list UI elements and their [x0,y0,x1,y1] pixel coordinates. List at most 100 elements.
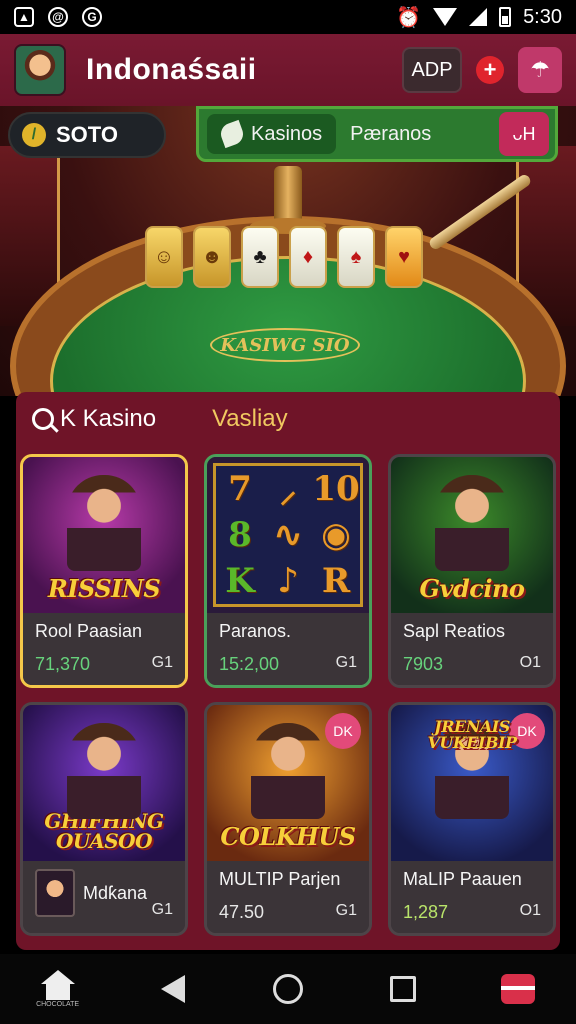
game-art: GHIFHING OUASOO [23,705,185,861]
tab-kasinos[interactable]: Kasinos [207,114,337,154]
dk-badge[interactable]: DK [325,713,361,749]
game-art: DK COLKHUS [207,705,369,861]
player-thumbnail [35,869,75,917]
game-value: 71,370 [35,654,91,674]
slot-symbol: R [321,561,351,601]
game-value: 1,287 [403,902,449,922]
game-card[interactable]: GHIFHING OUASOO Mdƙana G1 [20,702,188,936]
app-title: Indonaśsaii [86,53,257,86]
status-time: 5:30 [523,5,562,28]
game-meta: O1 [519,902,541,919]
extra-tab-button[interactable]: ᴗH [499,112,549,156]
add-button[interactable]: + [476,56,504,84]
slot-symbol: ♪ [277,561,299,601]
tab-label: K Kasino [60,405,157,432]
game-logo: COLKHUS [220,822,356,851]
tab-label: Kasinos [251,122,323,145]
slot-symbol: 8 [228,515,252,555]
game-value: 47.50 [219,902,265,922]
nav-recents[interactable] [373,959,433,1019]
game-meta: O1 [519,654,541,671]
app-header: Indonaśsaii ADP + ☂ [0,34,576,106]
section-tabs: K Kasino Vasliay [16,392,560,446]
gift-icon [501,974,536,1004]
game-title: Paranos. [219,621,292,641]
game-logo: JRENAIS VUKEIBIP [427,717,518,752]
tab-label: Vasliay [212,405,288,432]
nav-home[interactable]: CHOCOLATE [28,959,88,1019]
game-logo: Gvdcino [419,574,525,603]
wifi-icon [433,8,458,26]
game-meta: G1 [335,654,357,671]
navigation-bar: CHOCOLATE [0,954,576,1024]
game-title: MULTIP Parjen [219,869,341,889]
game-logo: RISSINS [47,574,161,603]
tab-vasliay[interactable]: Vasliay [212,405,288,433]
search-icon [32,408,54,430]
character-art [435,475,509,571]
tab-label: Pæranos [350,122,432,145]
tab-paeranos[interactable]: Pæranos [336,114,445,154]
game-grid: RISSINS Rool Paasian 71,370 G1 7 ⸝ 10 8 … [20,454,556,936]
image-icon: ▲ [14,7,34,27]
game-title: Mdƙana [83,882,148,903]
table-logo: KASIWG SIO [210,328,360,362]
game-card[interactable]: DK JRENAIS VUKEIBIP MaLIP Paauen 1,287 O… [388,702,556,936]
chip-stack: ♦ [289,226,327,288]
game-meta: G1 [151,654,173,671]
circle-icon [272,974,303,1004]
game-card[interactable]: DK COLKHUS MULTIP Parjen 47.50 G1 [204,702,372,936]
hero-banner: ☺ ☻ ♣ ♦ ♠ ♥ KASIWG SIO / SOTO Kasinos Pæ… [0,106,576,396]
game-title: MaLIP Paauen [403,869,522,889]
back-icon [160,975,185,1003]
character-art [67,475,141,571]
coin-value: SOTO [56,122,118,147]
game-meta: G1 [151,901,173,918]
chip-stacks: ☺ ☻ ♣ ♦ ♠ ♥ [145,226,423,288]
nav-back[interactable] [143,959,203,1019]
game-card[interactable]: 7 ⸝ 10 8 ∿ ◉ K ♪ R Paranos. 15:2,00 G1 [204,454,372,688]
sync-icon: G [82,7,102,27]
square-icon [390,976,417,1002]
leaf-icon [217,119,247,149]
at-icon: @ [48,7,68,27]
game-art: Gvdcino [391,457,553,613]
game-panel: K Kasino Vasliay RISSINS Rool Paasian 71… [16,392,560,950]
signal-icon [469,8,488,26]
game-card[interactable]: RISSINS Rool Paasian 71,370 G1 [20,454,188,688]
home-label: CHOCOLATE [36,1001,80,1008]
character-art [67,723,141,819]
game-card[interactable]: Gvdcino Sapl Reatios 7903 O1 [388,454,556,688]
nav-home-circle[interactable] [258,959,318,1019]
slot-reels: 7 ⸝ 10 8 ∿ ◉ K ♪ R [213,463,363,607]
avatar[interactable] [14,44,66,96]
home-icon [40,970,75,1000]
chip-stack: ♣ [241,226,279,288]
game-title: Rool Paasian [35,621,143,641]
slot-symbol: ∿ [273,515,303,555]
alarm-icon: ⏰ [396,6,422,29]
slot-symbol: 10 [312,469,360,509]
adp-button[interactable]: ADP [402,47,462,93]
game-value: 7903 [403,654,444,674]
nav-gift[interactable] [488,959,548,1019]
umbrella-button[interactable]: ☂ [518,47,562,93]
tab-kasino[interactable]: K Kasino [32,405,156,433]
chip-stack: ♥ [385,226,423,288]
chip-stack: ♠ [337,226,375,288]
slot-symbol: K [225,561,255,601]
category-tabs: Kasinos Pæranos ᴗH [196,106,558,162]
status-bar: ▲ @ G ⏰ 5:30 [0,0,576,34]
game-value: 15:2,00 [219,654,280,674]
umbrella-icon: ☂ [530,57,550,82]
game-art: 7 ⸝ 10 8 ∿ ◉ K ♪ R [207,457,369,613]
coin-icon: / [22,123,46,147]
game-meta: G1 [335,902,357,919]
roulette-spindle [274,166,302,226]
slot-symbol: 7 [228,469,252,509]
game-title: Sapl Reatios [403,621,506,641]
chip-stack: ☺ [145,226,183,288]
coin-balance[interactable]: / SOTO [8,112,166,158]
slot-symbol: ⸝ [279,471,297,511]
slot-symbol: ◉ [321,515,351,555]
